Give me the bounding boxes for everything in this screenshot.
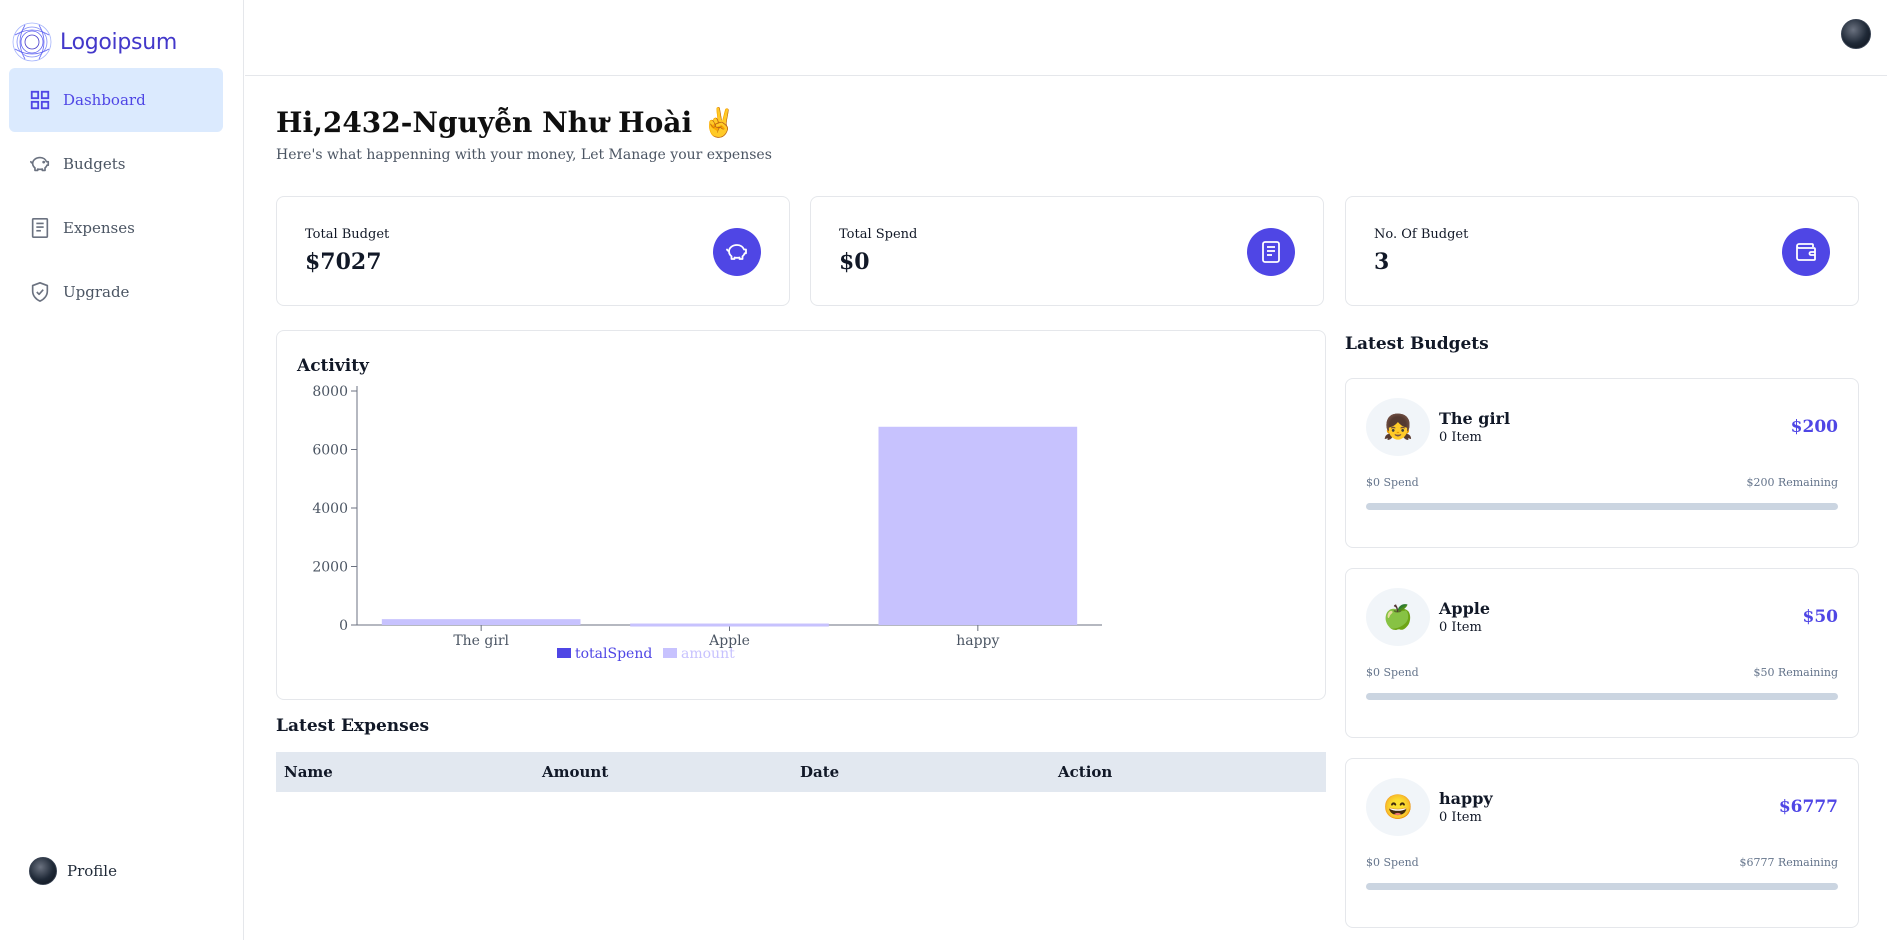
budget-item-count: 0 Item xyxy=(1439,430,1482,445)
budget-remaining: $50 Remaining xyxy=(1753,666,1838,679)
stat-value: $7027 xyxy=(305,249,382,275)
y-tick-label: 8000 xyxy=(312,384,348,400)
x-tick-label: The girl xyxy=(453,633,509,649)
budget-item-count: 0 Item xyxy=(1439,810,1482,825)
y-tick-label: 4000 xyxy=(312,501,348,517)
activity-bar-chart: 02000400060008000The girl Apple happytotal… xyxy=(312,384,1102,662)
bar-amount xyxy=(878,426,1078,625)
budget-spend: $0 Spend xyxy=(1366,476,1419,489)
latest-expenses-title: Latest Expenses xyxy=(276,716,430,736)
budget-name: Apple xyxy=(1439,599,1491,618)
dashboard-grid-icon xyxy=(30,90,50,110)
latest-budgets-title: Latest Budgets xyxy=(1345,334,1489,354)
stat-label: Total Budget xyxy=(305,227,390,242)
sidebar-item-expenses[interactable]: Expenses xyxy=(9,196,223,260)
budget-name: happy xyxy=(1439,789,1493,808)
sidebar-item-budgets[interactable]: Budgets xyxy=(9,132,223,196)
budget-progress-bar xyxy=(1366,693,1838,700)
column-header-amount[interactable]: Amount xyxy=(542,763,608,781)
sidebar-nav: Dashboard Budgets Expenses Upgrade xyxy=(9,68,223,324)
brand-logo[interactable]: Logoipsum xyxy=(10,20,177,64)
stat-icon-badge xyxy=(1782,228,1830,276)
budget-amount: $50 xyxy=(1802,607,1839,627)
page-title: Hi,2432-Nguyễn Như Hoài ✌️ xyxy=(276,106,737,139)
budget-emoji: 😄 xyxy=(1366,778,1430,836)
budget-name: The girl xyxy=(1439,409,1511,428)
budget-card-apple[interactable]: 🍏 Apple 0 Item $50 $0 Spend $50 Remainin… xyxy=(1345,568,1859,738)
avatar xyxy=(29,857,57,885)
expenses-table-header: Name Amount Date Action xyxy=(276,752,1326,792)
sidebar-item-dashboard[interactable]: Dashboard xyxy=(9,68,223,132)
piggy-bank-icon xyxy=(30,156,50,172)
stat-value: 3 xyxy=(1374,249,1390,275)
legend-swatch xyxy=(557,648,571,658)
wallet-icon xyxy=(1796,243,1816,261)
legend-label: totalSpend xyxy=(575,646,652,662)
budget-spend: $0 Spend xyxy=(1366,856,1419,869)
stat-value: $0 xyxy=(839,249,870,275)
legend-swatch xyxy=(663,648,677,658)
sidebar-item-label: Dashboard xyxy=(63,91,146,109)
stat-card-budget-count: No. Of Budget 3 xyxy=(1345,196,1859,306)
sidebar-item-label: Expenses xyxy=(63,219,135,237)
budget-emoji: 🍏 xyxy=(1366,588,1430,646)
sidebar: Logoipsum Dashboard Budgets Expenses Upg… xyxy=(0,0,244,940)
budget-card-happy[interactable]: 😄 happy 0 Item $6777 $0 Spend $6777 Rema… xyxy=(1345,758,1859,928)
bar-amount xyxy=(381,619,581,625)
budget-progress-bar xyxy=(1366,503,1838,510)
profile-link[interactable]: Profile xyxy=(29,857,117,885)
profile-label: Profile xyxy=(67,862,117,880)
y-tick-label: 2000 xyxy=(312,560,348,576)
budget-spend: $0 Spend xyxy=(1366,666,1419,679)
budget-amount: $6777 xyxy=(1778,797,1838,817)
page-subtitle: Here's what happenning with your money, … xyxy=(276,147,772,163)
user-avatar-button[interactable] xyxy=(1841,19,1871,49)
x-tick-label: happy xyxy=(956,633,999,649)
top-header xyxy=(245,0,1887,76)
column-header-date[interactable]: Date xyxy=(800,763,839,781)
stat-card-total-spend: Total Spend $0 xyxy=(810,196,1324,306)
y-tick-label: 0 xyxy=(339,618,348,634)
stat-card-total-budget: Total Budget $7027 xyxy=(276,196,790,306)
stat-icon-badge xyxy=(1247,228,1295,276)
receipt-icon xyxy=(1262,241,1280,263)
shield-check-icon xyxy=(31,282,49,302)
budget-amount: $200 xyxy=(1790,417,1838,437)
budget-remaining: $6777 Remaining xyxy=(1739,856,1838,869)
budget-emoji: 👧 xyxy=(1366,398,1430,456)
budget-remaining: $200 Remaining xyxy=(1746,476,1838,489)
bar-amount xyxy=(630,623,829,627)
budget-item-count: 0 Item xyxy=(1439,620,1482,635)
brand-name: Logoipsum xyxy=(60,29,177,55)
budget-progress-bar xyxy=(1366,883,1838,890)
column-header-action[interactable]: Action xyxy=(1058,763,1112,781)
column-header-name[interactable]: Name xyxy=(284,763,333,781)
sidebar-item-label: Budgets xyxy=(63,155,126,173)
legend-label: amount xyxy=(681,646,735,662)
y-tick-label: 6000 xyxy=(312,443,348,459)
budget-card-the-girl[interactable]: 👧 The girl 0 Item $200 $0 Spend $200 Rem… xyxy=(1345,378,1859,548)
sidebar-item-label: Upgrade xyxy=(63,283,130,301)
activity-chart-card: Activity 0 2000 4000 6000 8000 The girl Apple h… xyxy=(276,330,1326,700)
logo-icon xyxy=(12,22,52,62)
stat-icon-badge xyxy=(713,228,761,276)
stat-label: No. Of Budget xyxy=(1374,227,1469,242)
stat-label: Total Spend xyxy=(839,227,918,242)
receipt-icon xyxy=(31,218,49,238)
sidebar-item-upgrade[interactable]: Upgrade xyxy=(9,260,223,324)
piggy-bank-icon xyxy=(726,244,747,260)
